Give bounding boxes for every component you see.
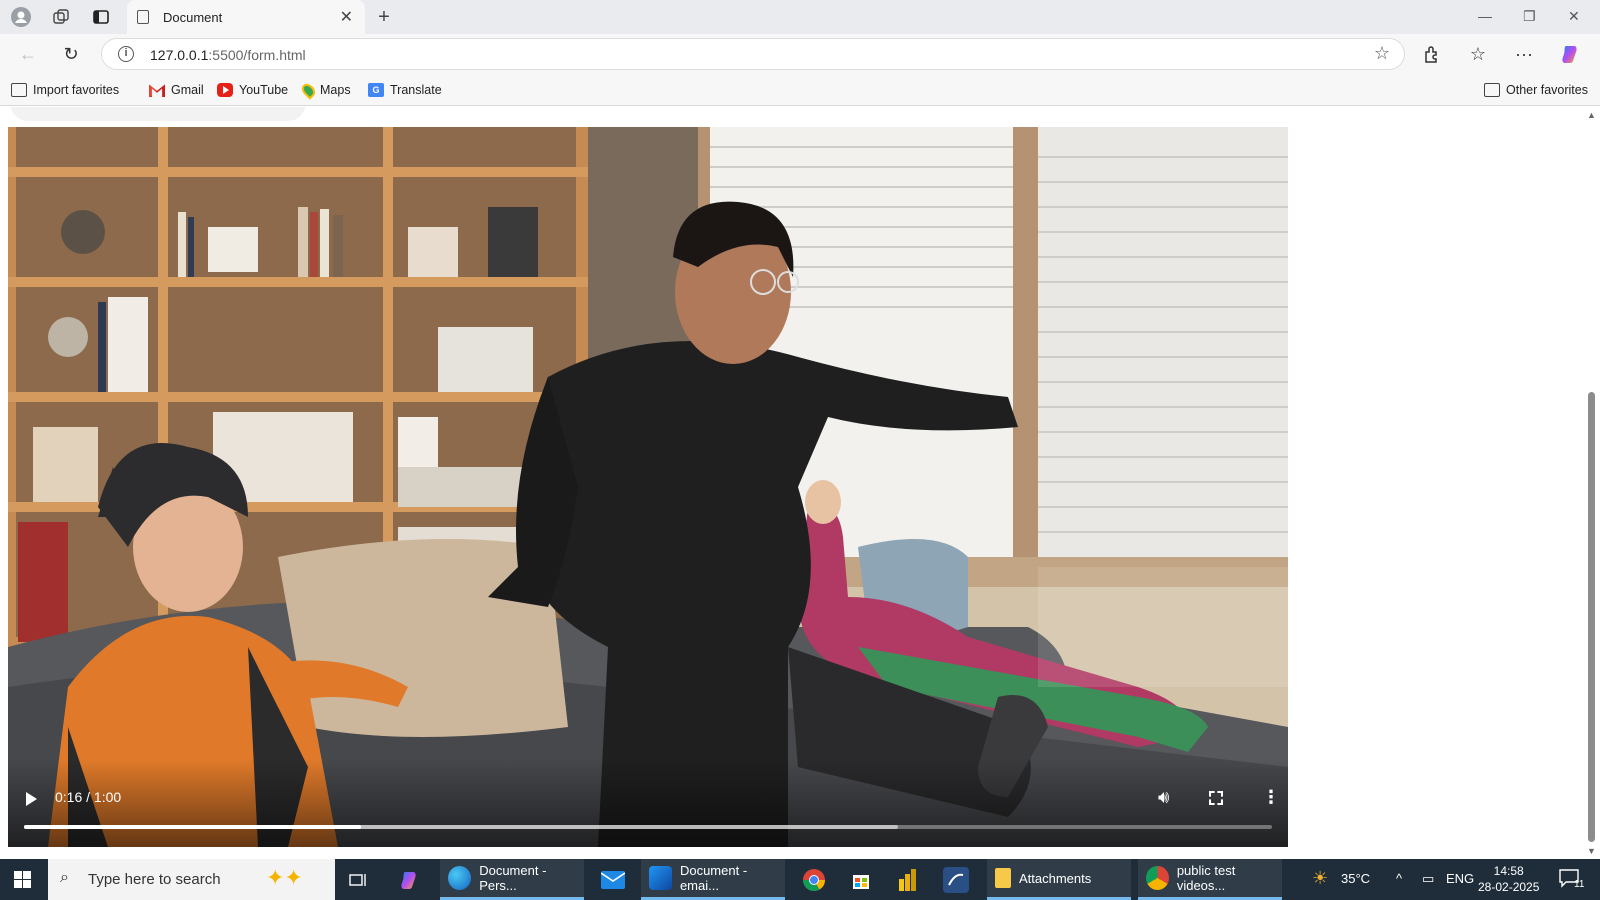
site-info-icon[interactable]: i (118, 46, 134, 62)
youtube-icon (217, 83, 233, 97)
fav-label: YouTube (239, 83, 289, 97)
language-indicator[interactable]: ENG (1446, 871, 1474, 886)
play-icon[interactable] (26, 792, 37, 806)
translate-icon: G (368, 83, 384, 97)
taskbar-app-explorer[interactable]: Attachments (987, 859, 1131, 900)
fav-translate[interactable]: G Translate (368, 81, 442, 99)
folder-icon (1484, 83, 1500, 97)
store-icon[interactable] (848, 867, 874, 893)
workspaces-icon[interactable] (50, 6, 72, 28)
sql-server-icon[interactable] (943, 867, 969, 893)
taskbar-search[interactable]: ⌕ Type here to search ✦✦ (48, 859, 335, 900)
profile-icon[interactable] (10, 6, 32, 28)
video-frame (8, 127, 1288, 847)
new-tab-icon[interactable]: + (373, 6, 395, 28)
search-icon: ⌕ (60, 869, 69, 886)
chrome-icon (1146, 866, 1169, 890)
extensions-icon[interactable] (1420, 43, 1444, 65)
fav-gmail[interactable]: Gmail (149, 81, 204, 99)
form-field-edge (10, 107, 306, 121)
close-tab-icon[interactable]: ✕ (340, 7, 353, 27)
url-host: 127.0.0.1 (150, 47, 209, 63)
page-content: 0:16 / 1:00 🔊︎ ⋮ ▲ ▼ (0, 107, 1600, 859)
more-options-icon[interactable]: ⋮ (1262, 787, 1280, 808)
scroll-up-icon[interactable]: ▲ (1587, 110, 1596, 120)
taskbar-app-label: Attachments (1019, 870, 1092, 886)
url-path: :5500/form.html (208, 47, 306, 63)
restore-icon[interactable]: ❐ (1523, 8, 1536, 25)
address-bar[interactable]: i 127.0.0.1:5500/form.html ☆ (101, 38, 1405, 70)
taskbar-app-chrome[interactable]: public test videos... (1138, 859, 1282, 900)
tab-strip: Document ✕ + — ❐ ✕ (0, 0, 1600, 34)
fav-label: Gmail (171, 83, 204, 97)
fav-import-favorites[interactable]: Import favorites (11, 81, 119, 99)
scrollbar-thumb[interactable] (1588, 392, 1595, 842)
video-progress-bar[interactable] (24, 825, 1272, 829)
refresh-icon[interactable]: ↻ (59, 43, 83, 65)
temperature[interactable]: 35°C (1341, 871, 1370, 886)
power-bi-icon[interactable] (895, 867, 921, 893)
page-scrollbar[interactable]: ▲ ▼ (1584, 107, 1600, 859)
other-favorites-label: Other favorites (1506, 83, 1588, 97)
notification-count: 11 (1574, 879, 1585, 890)
battery-icon[interactable]: ▭ (1422, 871, 1434, 887)
tray-chevron-up-icon[interactable]: ^ (1396, 871, 1402, 886)
copilot-taskbar-icon[interactable] (397, 867, 423, 893)
vscode-icon (649, 866, 672, 890)
mail-icon[interactable] (600, 867, 626, 893)
tab-title: Document (163, 9, 223, 25)
import-icon (11, 83, 27, 97)
close-window-icon[interactable]: ✕ (1568, 8, 1580, 25)
video-player[interactable]: 0:16 / 1:00 🔊︎ ⋮ (8, 127, 1288, 847)
maps-icon (299, 80, 318, 100)
fav-label: Import favorites (33, 83, 120, 97)
fav-maps[interactable]: Maps (299, 80, 351, 100)
clock-time: 14:58 (1493, 864, 1524, 878)
other-favorites[interactable]: Other favorites (1484, 81, 1588, 99)
url-text: 127.0.0.1:5500/form.html (150, 47, 306, 63)
document-icon (137, 10, 149, 24)
copilot-icon[interactable] (1559, 43, 1583, 65)
clock-date: 28-02-2025 (1478, 880, 1540, 894)
scroll-down-icon[interactable]: ▼ (1587, 846, 1596, 856)
weather-icon[interactable]: ☀ (1312, 868, 1328, 889)
fullscreen-icon[interactable] (1209, 791, 1223, 805)
navigation-bar: ← ↻ i 127.0.0.1:5500/form.html ☆ ☆ ··· (0, 34, 1600, 74)
chrome-icon[interactable] (801, 867, 827, 893)
fav-youtube[interactable]: YouTube (217, 81, 288, 99)
back-icon[interactable]: ← (16, 43, 40, 65)
fav-label: Maps (320, 83, 351, 97)
favorite-star-icon[interactable]: ☆ (1374, 43, 1390, 64)
folder-icon (995, 868, 1011, 888)
vertical-tabs-icon[interactable] (90, 6, 112, 28)
taskbar-app-label: public test videos... (1176, 863, 1236, 893)
taskbar-app-label: Document - Pers... (479, 863, 547, 893)
taskbar-app-label: Document - emai... (679, 863, 748, 893)
fav-label: Translate (390, 83, 442, 97)
minimize-icon[interactable]: — (1478, 8, 1492, 24)
taskbar-app-edge[interactable]: Document - Pers... (440, 859, 584, 900)
tab-document[interactable]: Document ✕ (127, 0, 365, 34)
favorites-bar: Import favorites Gmail YouTube Maps G Tr… (0, 74, 1600, 106)
sparkle-icon: ✦✦ (266, 865, 303, 890)
volume-icon[interactable]: 🔊︎ (1158, 787, 1169, 808)
video-controls: 0:16 / 1:00 🔊︎ ⋮ (8, 759, 1288, 847)
task-view-icon[interactable] (345, 867, 371, 893)
gmail-icon (149, 84, 165, 97)
played-bar (24, 825, 361, 829)
edge-icon (448, 866, 472, 890)
video-time: 0:16 / 1:00 (55, 789, 122, 805)
clock[interactable]: 14:58 28-02-2025 (1478, 863, 1539, 895)
taskbar: ⌕ Type here to search ✦✦ Document - Pers… (0, 859, 1600, 900)
search-placeholder: Type here to search (88, 871, 221, 888)
windows-start-icon[interactable] (14, 871, 31, 888)
taskbar-app-vscode[interactable]: Document - emai... (641, 859, 785, 900)
settings-more-icon[interactable]: ··· (1512, 43, 1536, 65)
favorites-icon[interactable]: ☆ (1466, 43, 1490, 65)
